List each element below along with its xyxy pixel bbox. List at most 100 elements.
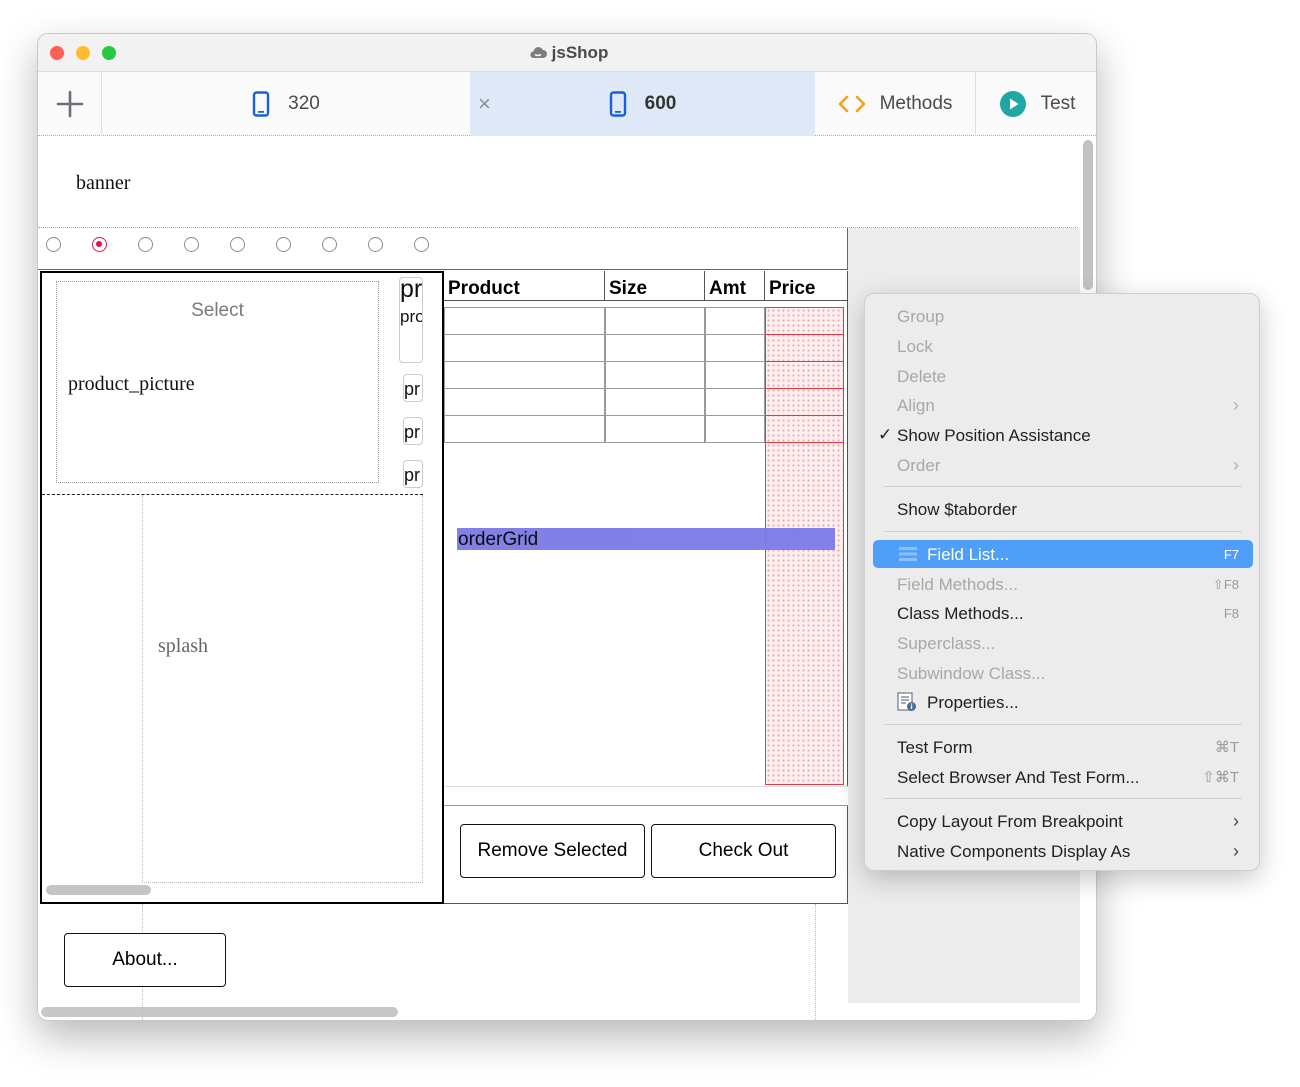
product-picture-label: product_picture <box>68 373 195 395</box>
menu-separator <box>884 798 1242 799</box>
product-info-card[interactable]: pr pro <box>399 277 423 363</box>
order-grid-name-label: orderGrid <box>457 528 835 550</box>
menu-item-field-list[interactable]: Field List... F7 <box>873 540 1253 568</box>
menu-shortcut: ⌘T <box>1214 739 1239 756</box>
menu-item-field-methods[interactable]: Field Methods... ⇧F8 <box>873 570 1253 598</box>
grid-header-price[interactable]: Price <box>765 271 848 301</box>
select-label: Select <box>191 300 244 321</box>
product-option-field[interactable]: pr <box>403 460 423 488</box>
product-picture-field[interactable]: Select product_picture <box>56 281 379 483</box>
order-grid[interactable]: Product Size Amt Price orderGrid Remove … <box>444 271 848 904</box>
menu-item-label: Select Browser And Test Form... <box>897 768 1140 787</box>
menu-item-superclass[interactable]: Superclass... <box>873 629 1253 657</box>
chevron-right-icon: › <box>1233 395 1239 415</box>
grid-cell[interactable] <box>605 334 705 362</box>
tab-600[interactable]: × 600 <box>470 72 815 136</box>
window-title: jsShop <box>38 43 1096 63</box>
grid-cell[interactable] <box>705 334 765 362</box>
menu-separator <box>884 724 1242 725</box>
radio-button[interactable] <box>138 237 153 252</box>
radio-button[interactable] <box>414 237 429 252</box>
product-option-field[interactable]: pr <box>403 374 423 402</box>
radio-button[interactable] <box>46 237 61 252</box>
grid-footer <box>444 786 848 806</box>
grid-cell[interactable] <box>444 307 605 335</box>
menu-item-lock[interactable]: Lock <box>873 332 1253 360</box>
grid-cell[interactable] <box>605 361 705 389</box>
product-option-field[interactable]: pr <box>403 417 423 445</box>
menu-item-label: Test Form <box>897 738 973 757</box>
grid-header-product[interactable]: Product <box>444 271 605 301</box>
menu-item-label: Native Components Display As <box>897 842 1131 861</box>
panel-scrollbar[interactable] <box>46 885 151 895</box>
tab-320-label: 320 <box>288 93 320 114</box>
chevron-right-icon: › <box>1233 811 1239 831</box>
menu-item-test-form[interactable]: Test Form ⌘T <box>873 733 1253 761</box>
vertical-scrollbar[interactable] <box>1083 140 1093 290</box>
menu-item-order[interactable]: Order › <box>873 451 1253 479</box>
add-breakpoint-button[interactable] <box>38 72 102 136</box>
grid-header-amt[interactable]: Amt <box>705 271 765 301</box>
menu-item-label: Copy Layout From Breakpoint <box>897 812 1123 831</box>
menu-item-properties[interactable]: Properties... <box>873 688 1253 716</box>
radio-button[interactable] <box>230 237 245 252</box>
grid-cell[interactable] <box>605 307 705 335</box>
tab-320[interactable]: 320 <box>102 72 470 136</box>
menu-item-delete[interactable]: Delete <box>873 362 1253 390</box>
grid-cell[interactable] <box>705 361 765 389</box>
menu-item-native-components[interactable]: Native Components Display As › <box>873 837 1253 865</box>
grid-cell[interactable] <box>444 334 605 362</box>
grid-cell[interactable] <box>705 415 765 443</box>
tab-close-icon[interactable]: × <box>478 91 491 117</box>
price-row-line <box>765 361 844 362</box>
menu-item-show-position-assistance[interactable]: ✓ Show Position Assistance <box>873 421 1253 449</box>
toolbar: 320 × 600 Methods Test <box>38 72 1096 136</box>
checkmark-icon: ✓ <box>878 425 893 444</box>
grid-header-size[interactable]: Size <box>605 271 705 301</box>
menu-item-label: Order <box>897 456 941 475</box>
grid-cell[interactable] <box>705 388 765 416</box>
menu-item-label: Lock <box>897 337 933 356</box>
chevron-right-icon: › <box>1233 455 1239 475</box>
title-bar: jsShop <box>38 34 1096 72</box>
radio-button[interactable] <box>322 237 337 252</box>
menu-item-align[interactable]: Align › <box>873 391 1253 419</box>
grid-cell[interactable] <box>444 361 605 389</box>
check-out-button[interactable]: Check Out <box>651 824 836 878</box>
radio-button-selected[interactable] <box>92 237 107 252</box>
remove-selected-button[interactable]: Remove Selected <box>460 824 645 878</box>
splash-label: splash <box>158 635 208 657</box>
menu-item-show-taborder[interactable]: Show $taborder <box>873 495 1253 523</box>
grid-cell[interactable] <box>705 307 765 335</box>
code-brackets-icon <box>838 95 865 113</box>
price-row-line <box>765 388 844 389</box>
order-grid-name-text: orderGrid <box>458 529 539 550</box>
banner-field[interactable]: banner <box>38 136 1078 228</box>
phone-icon <box>252 91 270 117</box>
grid-cell[interactable] <box>444 415 605 443</box>
play-icon <box>999 91 1026 117</box>
tab-test[interactable]: Test <box>976 72 1096 136</box>
footer-container <box>142 904 816 1020</box>
menu-item-copy-layout[interactable]: Copy Layout From Breakpoint › <box>873 807 1253 835</box>
splash-field[interactable]: splash <box>142 495 423 883</box>
about-button[interactable]: About... <box>64 933 226 987</box>
tab-methods[interactable]: Methods <box>815 72 976 136</box>
menu-item-label: Align <box>897 396 935 415</box>
menu-item-class-methods[interactable]: Class Methods... F8 <box>873 599 1253 627</box>
radio-button[interactable] <box>184 237 199 252</box>
menu-shortcut: ⇧F8 <box>1212 577 1239 592</box>
menu-separator <box>884 486 1242 487</box>
radio-button[interactable] <box>276 237 291 252</box>
price-row-line <box>765 442 844 443</box>
menu-item-select-browser[interactable]: Select Browser And Test Form... ⇧⌘T <box>873 763 1253 791</box>
grid-cell[interactable] <box>605 415 705 443</box>
grid-cell[interactable] <box>605 388 705 416</box>
radio-button[interactable] <box>368 237 383 252</box>
window-title-text: jsShop <box>551 43 609 62</box>
menu-item-group[interactable]: Group <box>873 302 1253 330</box>
menu-item-subwindow-class[interactable]: Subwindow Class... <box>873 659 1253 687</box>
menu-item-label: Show Position Assistance <box>897 426 1091 445</box>
grid-cell[interactable] <box>444 388 605 416</box>
menu-item-label: Show $taborder <box>897 500 1018 519</box>
